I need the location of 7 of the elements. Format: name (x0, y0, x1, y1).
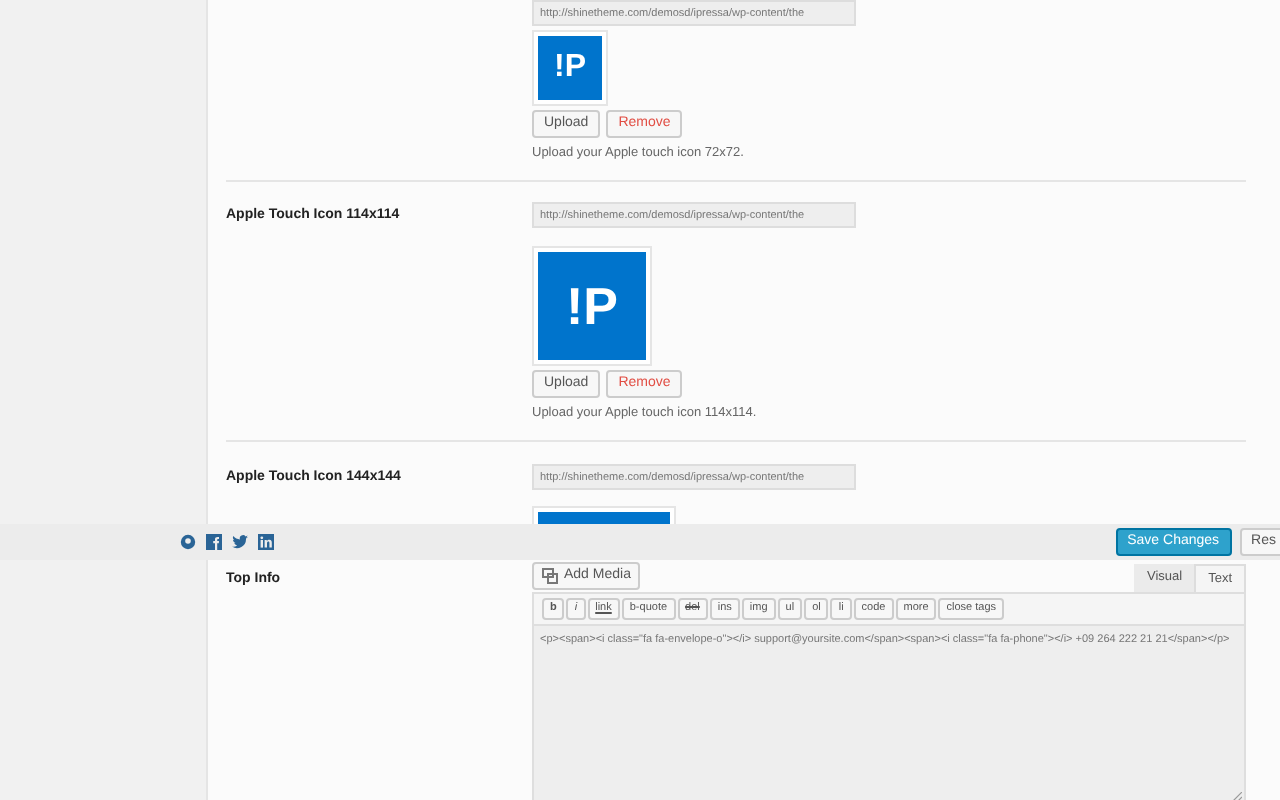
media-icon (542, 568, 558, 584)
logo: !P (538, 36, 602, 100)
twitter-icon[interactable] (232, 534, 248, 550)
facebook-icon[interactable] (206, 534, 222, 550)
linkedin-icon[interactable] (258, 534, 274, 550)
logo: !P (538, 252, 646, 360)
resize-handle-icon (1232, 792, 1242, 800)
